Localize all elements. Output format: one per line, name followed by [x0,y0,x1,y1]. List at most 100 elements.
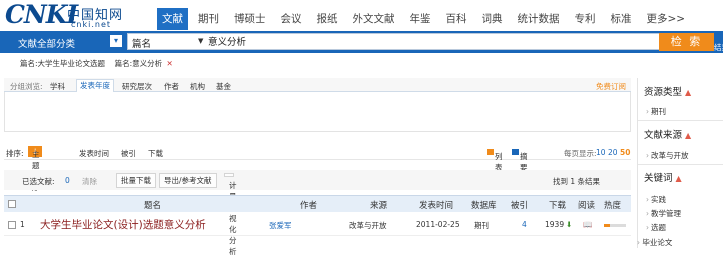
top-nav: 文献 期刊 博硕士 会议 报纸 外文文献 年鉴 百科 词典 统计数据 专利 标准… [157,8,695,30]
col-downloads[interactable]: 下载 [549,199,566,211]
facet-sidebar: 资源类型 ▲ › 期刊 文献来源 ▲ › 改革与开放 关键词 ▲ › 实践 › 教学管理… [637,78,723,248]
group-browse-bar: 分组浏览: 学科 发表年度 研究层次 作者 机构 基金 免费订阅 [4,78,631,92]
category-selector[interactable]: 文献全部分类 [18,36,75,50]
chart-icon: ▲ [685,131,692,140]
filter-tab-subject[interactable]: 学科 [50,81,65,92]
crumb-item[interactable]: 篇名:大学生毕业论文选题 [20,59,105,68]
col-author[interactable]: 作者 [300,199,317,211]
group-content-panel [4,92,631,132]
tab-patents[interactable]: 专利 [570,8,601,30]
filter-tab-fund[interactable]: 基金 [216,81,231,92]
tab-encyclopedia[interactable]: 百科 [441,8,472,30]
facet-title-source[interactable]: 文献来源 ▲ [644,127,691,141]
logo-url: cnki.net [71,20,111,29]
per-page-10[interactable]: 10 [596,148,606,157]
col-database[interactable]: 数据库 [471,199,497,211]
visualize-button[interactable]: 计量可视化分析 ⌄ [224,173,237,256]
per-page-50[interactable]: 50 [620,148,630,157]
search-input[interactable] [208,35,658,46]
col-cited[interactable]: 被引 [511,199,528,211]
row-downloads: 1939 [545,220,565,229]
list-icon [487,149,494,155]
cnki-logo[interactable]: CNKI 中国知网 cnki.net [5,0,135,29]
search-button[interactable]: 检 索 [659,33,714,51]
col-source[interactable]: 来源 [370,199,387,211]
tab-conferences[interactable]: 会议 [276,8,307,30]
field-dropdown-icon[interactable]: ▼ [198,37,203,45]
result-toolbar: 已选文献: 0 清除 批量下载 导出/参考文献 计量可视化分析 ⌄ 找到 1 条… [4,170,631,256]
tab-newspapers[interactable]: 报纸 [312,8,343,30]
group-browse-label: 分组浏览: [10,82,43,91]
download-icon[interactable]: ⬇ [566,220,572,229]
facet-item[interactable]: › 改革与开放 [646,150,689,161]
sort-downloads[interactable]: 下载 [148,148,163,159]
summary-icon [512,149,519,155]
selected-label: 已选文献: [22,177,55,186]
per-page-label: 每页显示: [564,149,597,158]
filter-tab-level[interactable]: 研究层次 [122,81,152,92]
crumb-item[interactable]: 篇名:意义分析 [115,59,163,68]
divider [638,120,723,121]
facet-item[interactable]: › 毕业论文 [637,237,672,248]
facet-item[interactable]: › 选题 [646,222,666,233]
chart-icon: ▲ [675,174,682,183]
tab-journals[interactable]: 期刊 [193,8,224,30]
chevron-down-icon: ⌄ [229,180,236,189]
col-title[interactable]: 题名 [144,199,161,211]
table-header: 题名 作者 来源 发表时间 数据库 被引 下载 阅读 热度 [4,195,631,212]
chart-icon: ▲ [685,88,692,97]
search-bar: 文献全部分类 ▾ 篇名 ▼ 检 索 结果中检 [0,31,723,53]
sort-bar: 排序: 主题排序↓ 发表时间 被引 下载 列表 摘要 每页显示: 10 20 5… [4,145,631,192]
search-field: 篇名 ▼ [127,33,669,50]
tab-dictionary[interactable]: 词典 [477,8,508,30]
tab-yearbooks[interactable]: 年鉴 [405,8,436,30]
facet-item[interactable]: › 教学管理 [646,208,681,219]
tab-literature[interactable]: 文献 [157,8,188,30]
sort-cited[interactable]: 被引 [121,148,136,159]
row-author-link[interactable]: 张爱军 [269,220,292,231]
row-date: 2011-02-25 [416,220,460,229]
search-in-results-link[interactable]: 结果中检 [714,42,723,53]
heat-bar [604,224,626,227]
row-cited[interactable]: 4 [522,220,527,229]
clear-button[interactable]: 清除 [82,176,97,187]
col-read[interactable]: 阅读 [578,199,595,211]
col-date[interactable]: 发表时间 [419,199,453,211]
export-button[interactable]: 导出/参考文献 [159,173,217,188]
facet-title-keyword[interactable]: 关键词 ▲ [644,170,682,184]
book-icon[interactable]: 📖 [583,220,592,229]
row-checkbox[interactable] [8,221,16,229]
selected-count: 0 [65,176,70,185]
category-dropdown-icon[interactable]: ▾ [110,35,122,47]
view-summary-button[interactable]: 摘要 [512,148,528,172]
row-title-link[interactable]: 大学生毕业论文(设计)选题意义分析 [40,217,206,232]
per-page-20[interactable]: 20 [608,148,618,157]
tab-more[interactable]: 更多>> [642,8,691,30]
field-select[interactable]: 篇名 [132,36,151,50]
tab-theses[interactable]: 博硕士 [229,8,271,30]
tab-foreign[interactable]: 外文文献 [348,8,400,30]
divider [638,164,723,165]
sort-relevance[interactable]: 主题排序↓ [28,146,43,192]
tab-standards[interactable]: 标准 [606,8,637,30]
row-database: 期刊 [474,221,489,230]
view-list-button[interactable]: 列表 [487,148,503,172]
facet-title-resource[interactable]: 资源类型 ▲ [644,84,691,98]
filter-tab-year[interactable]: 发表年度 [76,79,114,92]
result-count: 找到 1 条结果 [553,177,601,186]
batch-download-button[interactable]: 批量下载 [116,173,156,188]
free-subscribe-link[interactable]: 免费订阅 [596,81,626,92]
sort-label: 排序: [6,149,24,158]
facet-item[interactable]: › 期刊 [646,106,666,117]
filter-tab-institution[interactable]: 机构 [190,81,205,92]
row-number: 1 [20,220,25,229]
select-all-checkbox[interactable] [8,200,16,208]
tab-statistics[interactable]: 统计数据 [513,8,565,30]
row-source-link[interactable]: 改革与开放 [349,220,387,231]
filter-tab-author[interactable]: 作者 [164,81,179,92]
facet-item[interactable]: › 实践 [646,194,666,205]
close-icon[interactable]: ✕ [167,59,173,68]
col-heat[interactable]: 热度 [604,199,621,211]
heat-fill [604,224,610,227]
sort-date[interactable]: 发表时间 [79,148,109,159]
